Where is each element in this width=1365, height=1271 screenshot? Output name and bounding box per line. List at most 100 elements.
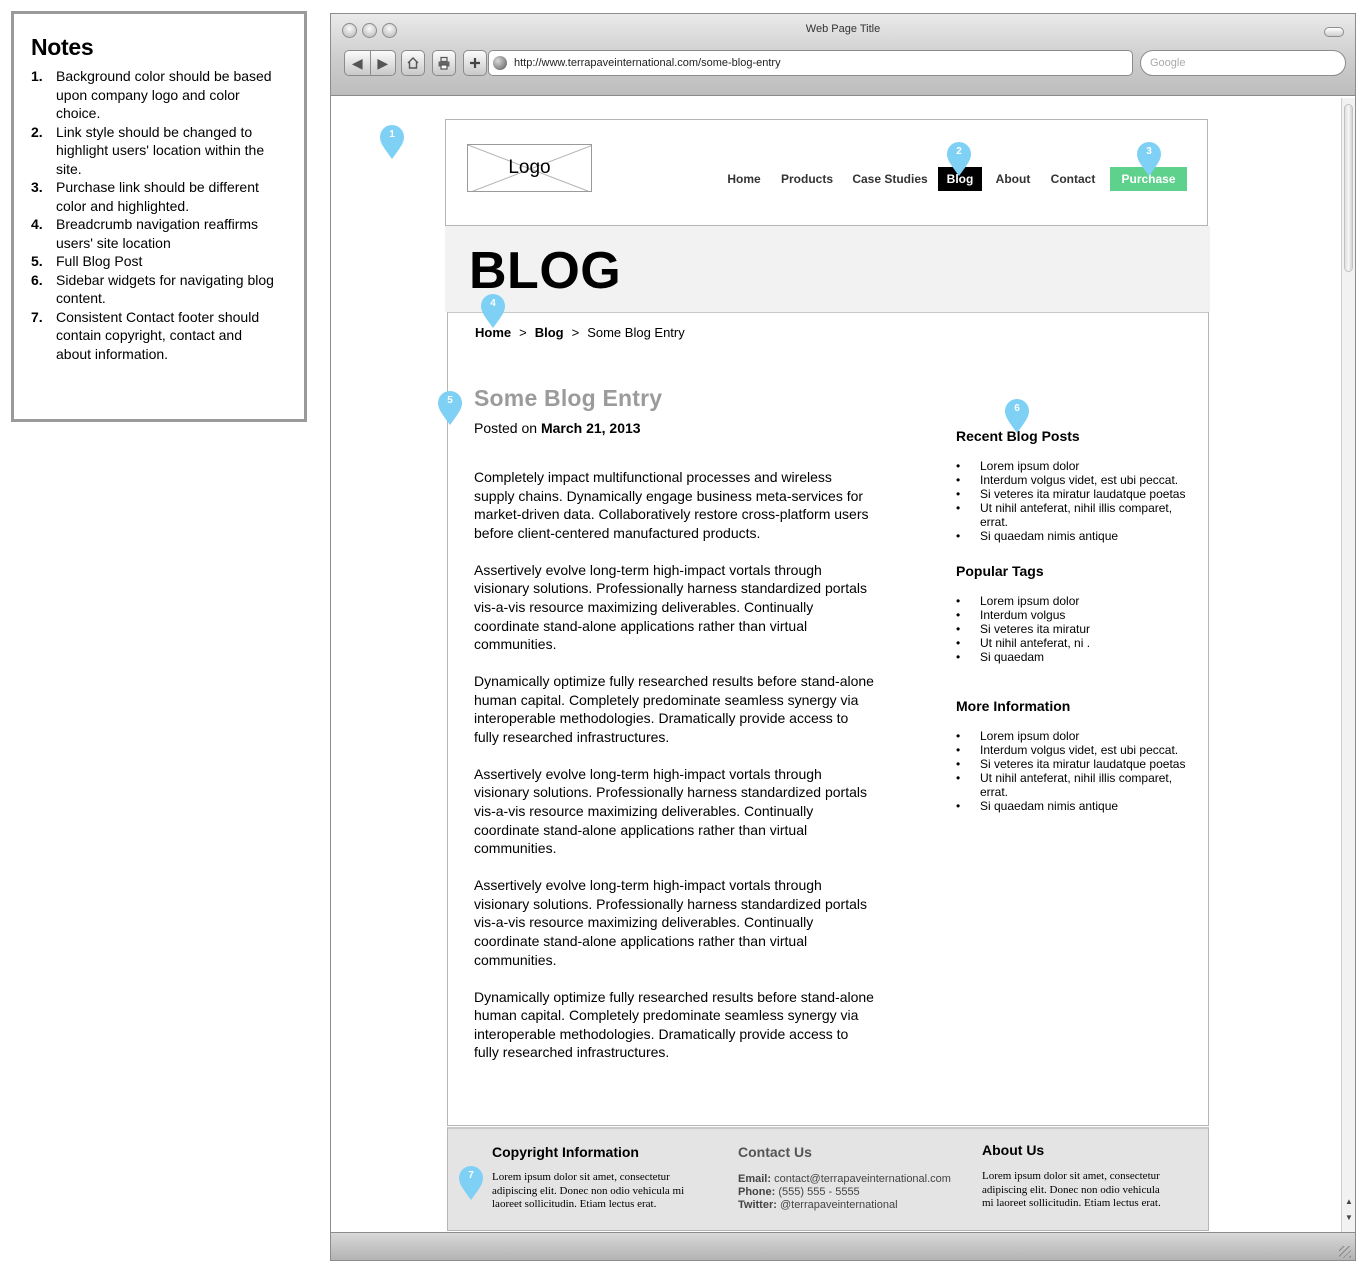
sidebar-link[interactable]: Interdum volgus <box>956 608 1196 622</box>
post-paragraph: Assertively evolve long-term high-impact… <box>474 765 867 857</box>
annotation-marker-4: 4 <box>480 293 506 329</box>
nav-contact[interactable]: Contact <box>1047 167 1099 191</box>
site-footer: Copyright Information Lorem ipsum dolor … <box>447 1127 1209 1231</box>
sidebar-link[interactable]: Si veteres ita miratur <box>956 622 1196 636</box>
post-date: March 21, 2013 <box>540 420 641 436</box>
sidebar-link[interactable]: Interdum volgus videt, est ubi peccat. <box>956 743 1196 757</box>
annotation-marker-3: 3 <box>1136 141 1162 177</box>
window-title: Web Page Title <box>805 23 881 35</box>
url-text: http://www.terrapaveinternational.com/so… <box>514 57 781 69</box>
logo-text: Logo <box>508 157 551 178</box>
search-input[interactable]: Google <box>1140 50 1346 76</box>
more-information-widget: More Information Lorem ipsum dolor Inter… <box>956 698 1196 813</box>
logo[interactable]: Logo <box>467 144 592 192</box>
home-button[interactable] <box>401 50 425 76</box>
back-arrow-icon[interactable]: ◀ <box>345 51 370 75</box>
post-title: Some Blog Entry <box>474 385 663 411</box>
sidebar-link[interactable]: Si quaedam nimis antique <box>956 529 1196 543</box>
sidebar-link[interactable]: Si quaedam <box>956 650 1196 664</box>
nav-home[interactable]: Home <box>722 167 766 191</box>
globe-icon <box>493 56 507 70</box>
sidebar-link[interactable]: Lorem ipsum dolor <box>956 459 1196 473</box>
breadcrumb-current: Some Blog Entry <box>587 325 685 340</box>
sidebar-link[interactable]: Lorem ipsum dolor <box>956 594 1196 608</box>
annotation-marker-6: 6 <box>1004 398 1030 434</box>
nav-about[interactable]: About <box>992 167 1034 191</box>
footer-heading: Copyright Information <box>492 1144 639 1160</box>
scroll-down-icon[interactable]: ▼ <box>1343 1211 1355 1225</box>
sidebar-link[interactable]: Interdum volgus videt, est ubi peccat. <box>956 473 1196 487</box>
notes-list: 1. Background color should be based upon … <box>31 67 288 363</box>
posted-prefix: Posted on <box>474 420 538 436</box>
nav-products[interactable]: Products <box>777 167 837 191</box>
page-banner: BLOG <box>445 226 1210 312</box>
blog-post: Some Blog Entry Posted on March 21, 2013… <box>474 385 874 1080</box>
plus-icon <box>470 58 480 68</box>
footer-heading: About Us <box>982 1142 1045 1158</box>
print-button[interactable] <box>432 50 456 76</box>
annotation-marker-7: 7 <box>458 1165 484 1201</box>
breadcrumb-separator: > <box>519 325 527 340</box>
add-bookmark-button[interactable] <box>463 50 487 76</box>
note-item: 6. Sidebar widgets for navigating blog co… <box>31 271 274 307</box>
note-item: 7. Consistent Contact footer should conta… <box>31 308 260 362</box>
history-nav: ◀ ▶ <box>344 50 396 76</box>
home-icon <box>407 57 419 69</box>
widget-title: More Information <box>956 698 1071 714</box>
site-header: Logo Home Products Case Studies Blog Abo… <box>445 119 1208 226</box>
notes-title: Notes <box>31 34 94 60</box>
sidebar-link[interactable]: Si veteres ita miratur laudatque poetas <box>956 757 1196 771</box>
sidebar-link[interactable]: Ut nihil anteferat, nihil illis comparet… <box>956 501 1196 529</box>
sidebar-link[interactable]: Si quaedam nimis antique <box>956 799 1196 813</box>
twitter-label: Twitter: <box>738 1199 777 1211</box>
annotation-marker-5: 5 <box>437 390 463 426</box>
address-bar[interactable]: http://www.terrapaveinternational.com/so… <box>488 50 1133 76</box>
post-paragraph: Dynamically optimize fully researched re… <box>474 988 874 1061</box>
sidebar: Recent Blog Posts Lorem ipsum dolor Inte… <box>956 428 1196 813</box>
post-paragraph: Dynamically optimize fully researched re… <box>474 673 874 745</box>
forward-arrow-icon[interactable]: ▶ <box>369 51 396 75</box>
sidebar-link[interactable]: Lorem ipsum dolor <box>956 729 1196 743</box>
recent-posts-widget: Recent Blog Posts Lorem ipsum dolor Inte… <box>956 428 1196 543</box>
main-content: Home > Blog > Some Blog Entry Some Blog Entr… <box>447 312 1209 1126</box>
scroll-up-icon[interactable]: ▲ <box>1343 1195 1355 1209</box>
post-paragraph: Completely impact multifunctional proces… <box>474 469 869 541</box>
scrollbar-thumb[interactable] <box>1344 104 1353 272</box>
browser-window: Web Page Title ◀ ▶ http://www.terrapavei… <box>330 13 1356 1261</box>
post-paragraph: Assertively evolve long-term high-impact… <box>474 561 867 653</box>
annotation-marker-1: 1 <box>379 124 405 160</box>
popular-tags-widget: Popular Tags Lorem ipsum dolor Interdum … <box>956 563 1196 664</box>
note-item: 2. Link style should be changed to highli… <box>31 123 265 177</box>
page-title: BLOG <box>469 242 622 300</box>
breadcrumb-blog[interactable]: Blog <box>535 325 564 340</box>
post-meta: Posted on March 21, 2013 <box>474 420 874 436</box>
vertical-scrollbar[interactable]: ▲ ▼ <box>1341 98 1355 1232</box>
note-item: 4. Breadcrumb navigation reaffirms users'… <box>31 216 259 251</box>
sidebar-link[interactable]: Ut nihil anteferat, nihil illis comparet… <box>956 771 1196 799</box>
nav-case-studies[interactable]: Case Studies <box>848 167 932 191</box>
email-link[interactable]: contact@terrapaveinternational.com <box>774 1173 951 1185</box>
twitter-link[interactable]: @terrapaveinternational <box>780 1199 898 1211</box>
footer-contact: Contact Us Email: contact@terrapaveinter… <box>738 1144 968 1212</box>
breadcrumb: Home > Blog > Some Blog Entry <box>475 325 685 340</box>
widget-title: Popular Tags <box>956 563 1044 579</box>
footer-heading: Contact Us <box>738 1144 812 1160</box>
email-label: Email: <box>738 1173 772 1185</box>
sidebar-link[interactable]: Si veteres ita miratur laudatque poetas <box>956 487 1196 501</box>
notes-panel: Notes 1. Background color should be based… <box>11 11 307 422</box>
footer-copyright: Copyright Information Lorem ipsum dolor … <box>492 1144 692 1212</box>
resize-grip-icon[interactable] <box>1339 1246 1351 1258</box>
phone-value: (555) 555 - 5555 <box>778 1186 860 1198</box>
footer-about-text: Lorem ipsum dolor sit amet, consectetur … <box>982 1170 1161 1209</box>
footer-copyright-text: Lorem ipsum dolor sit amet, consectetur … <box>492 1171 685 1210</box>
toolbar-toggle-button[interactable] <box>1324 27 1344 37</box>
contact-details: Email: contact@terrapaveinternational.co… <box>738 1173 968 1212</box>
post-paragraph: Assertively evolve long-term high-impact… <box>474 877 867 968</box>
printer-icon <box>438 56 450 70</box>
sidebar-link[interactable]: Ut nihil anteferat, ni . <box>956 636 1196 650</box>
note-item: 3. Purchase link should be different colo… <box>31 179 259 214</box>
status-bar <box>331 1232 1355 1260</box>
browser-toolbar: Web Page Title ◀ ▶ http://www.terrapavei… <box>331 14 1355 96</box>
note-item: 1. Background color should be based upon … <box>31 68 272 121</box>
phone-label: Phone: <box>738 1186 776 1198</box>
